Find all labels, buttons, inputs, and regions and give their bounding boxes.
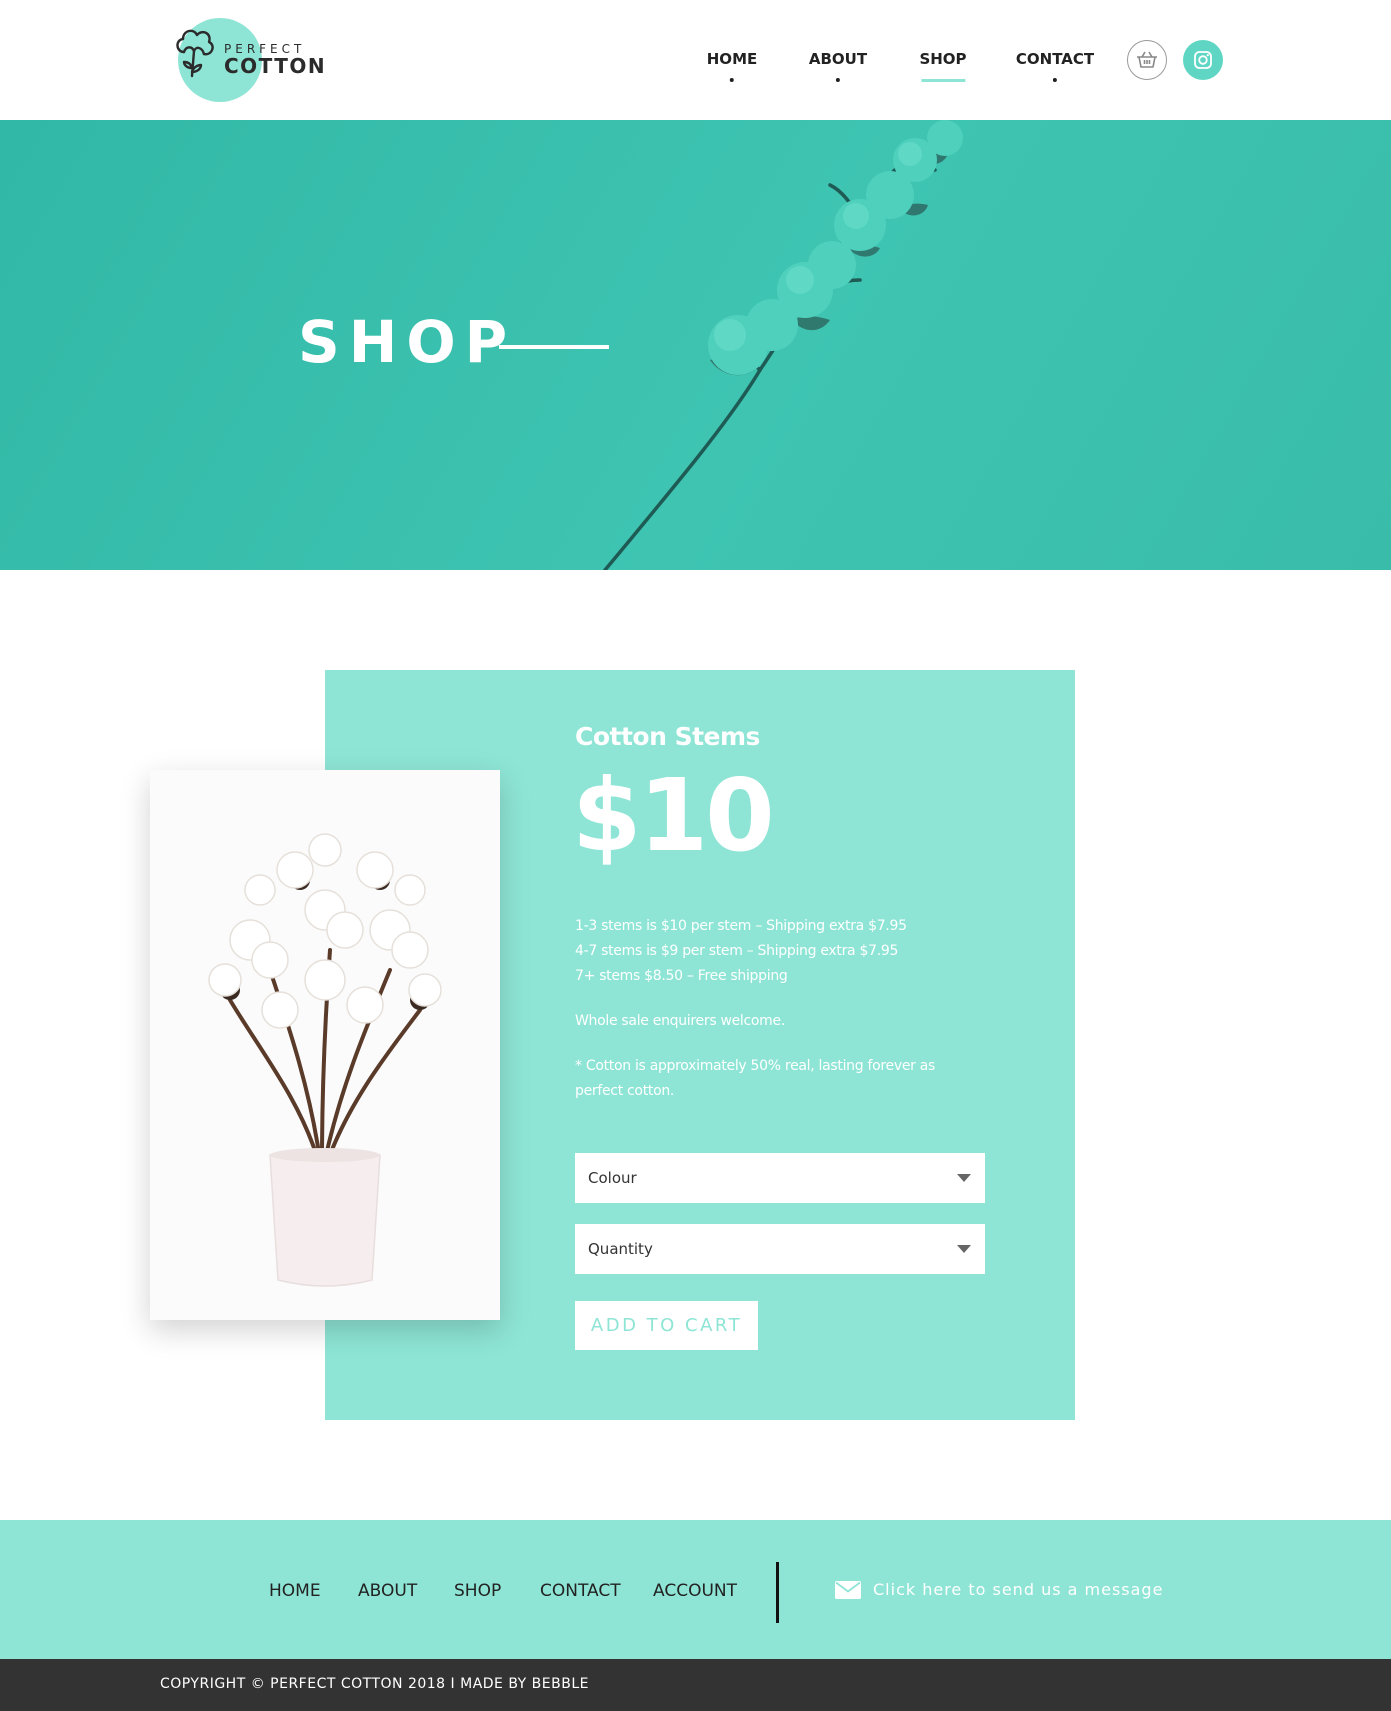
cart-button[interactable] (1127, 40, 1167, 80)
hero-title-line (499, 345, 609, 349)
nav-home[interactable]: HOME (706, 50, 758, 82)
hero-title: SHOP (298, 308, 517, 376)
cotton-flower-icon (176, 29, 214, 78)
product-name: Cotton Stems (575, 722, 760, 751)
colour-select-value: Colour (588, 1169, 637, 1187)
copyright-bar: COPYRIGHT © PERFECT COTTON 2018 I MADE B… (0, 1659, 1391, 1711)
pricing-line: 7+ stems $8.50 – Free shipping (575, 968, 788, 984)
nav-dot (729, 78, 734, 82)
footer-link-shop[interactable]: SHOP (454, 1581, 501, 1601)
nav-dot (836, 78, 840, 82)
product-price: $10 (572, 757, 775, 874)
footer-link-account[interactable]: ACCOUNT (653, 1581, 737, 1601)
nav-contact[interactable]: CONTACT (1015, 50, 1095, 82)
nav-contact-label: CONTACT (1015, 50, 1095, 68)
nav-active-underline (920, 79, 965, 82)
hero-banner: SHOP (0, 120, 1391, 570)
chevron-down-icon (957, 1174, 971, 1182)
instagram-icon (1194, 51, 1212, 69)
instagram-button[interactable] (1183, 40, 1223, 80)
envelope-icon (835, 1580, 861, 1599)
product-image[interactable] (150, 770, 500, 1320)
basket-icon (1137, 51, 1157, 68)
cotton-branch-illustration (603, 120, 963, 570)
nav-about-label: ABOUT (808, 50, 868, 68)
disclaimer: * Cotton is approximately 50% real, last… (575, 1058, 936, 1099)
product-description: 1-3 stems is $10 per stem – Shipping ext… (575, 914, 975, 1124)
footer-link-about[interactable]: ABOUT (358, 1581, 417, 1601)
quantity-select-value: Quantity (588, 1240, 653, 1258)
nav-shop[interactable]: SHOP (919, 50, 967, 82)
send-message-link[interactable]: Click here to send us a message (835, 1580, 1163, 1599)
footer-link-home[interactable]: HOME (269, 1581, 321, 1601)
nav-dot (1052, 78, 1057, 82)
quantity-select[interactable]: Quantity (575, 1224, 985, 1274)
copyright-text: COPYRIGHT © PERFECT COTTON 2018 I MADE B… (160, 1676, 589, 1692)
pricing-line: 4-7 stems is $9 per stem – Shipping extr… (575, 943, 899, 959)
footer-divider (776, 1562, 779, 1623)
nav-about[interactable]: ABOUT (808, 50, 868, 82)
wholesale-note: Whole sale enquirers welcome. (575, 1013, 785, 1029)
site-footer: HOME ABOUT SHOP CONTACT ACCOUNT Click he… (0, 1520, 1391, 1659)
chevron-down-icon (957, 1245, 971, 1253)
colour-select[interactable]: Colour (575, 1153, 985, 1203)
nav-shop-label: SHOP (919, 50, 967, 68)
send-message-text: Click here to send us a message (873, 1580, 1164, 1599)
brand-logo[interactable]: PERFECT COTTON (172, 16, 325, 104)
add-to-cart-button[interactable]: ADD TO CART (575, 1301, 758, 1350)
footer-link-contact[interactable]: CONTACT (540, 1581, 621, 1601)
cotton-bouquet-image (150, 770, 500, 1320)
nav-home-label: HOME (706, 50, 758, 68)
pricing-line: 1-3 stems is $10 per stem – Shipping ext… (575, 918, 907, 934)
site-header: PERFECT COTTON HOME ABOUT SHOP CONTACT (0, 0, 1391, 120)
brand-name-bottom: COTTON (224, 54, 327, 78)
